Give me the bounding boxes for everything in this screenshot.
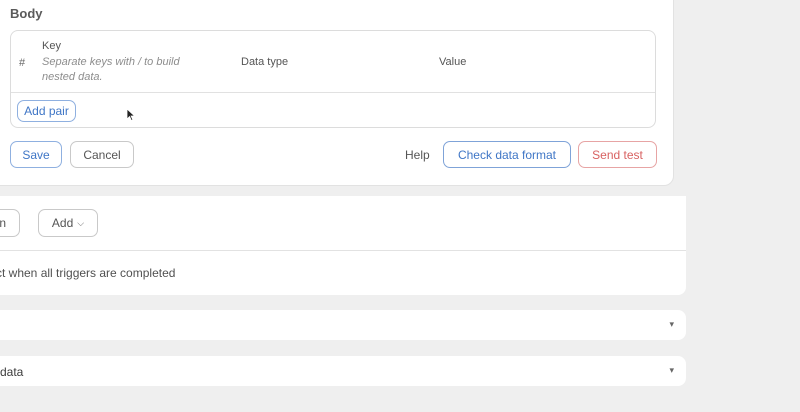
caret-down-icon[interactable]: ▾	[669, 365, 674, 376]
key-value-table: # Key Separate keys with / to build nest…	[10, 30, 656, 128]
chevron-down-icon: ⌵	[77, 217, 85, 228]
add-dropdown-label: Add	[51, 216, 74, 230]
option-button-label: ion	[0, 216, 6, 230]
help-link[interactable]: Help	[405, 148, 430, 162]
column-key-header: Key	[42, 40, 61, 52]
body-section: Body # Key Separate keys with / to build…	[0, 0, 800, 190]
column-value-header: Value	[439, 56, 467, 68]
cancel-button[interactable]: Cancel	[70, 141, 134, 168]
caret-down-icon[interactable]: ▾	[669, 319, 674, 330]
collapsed-section-row[interactable]: data ▾	[0, 356, 686, 386]
add-pair-button[interactable]: Add pair	[17, 100, 76, 122]
collapsed-section-row[interactable]: ▾	[0, 310, 686, 340]
save-button[interactable]: Save	[10, 141, 62, 168]
section-divider	[0, 250, 686, 251]
column-key-hint: Separate keys with / to build nested dat…	[42, 56, 180, 83]
key-value-table-header: # Key Separate keys with / to build nest…	[11, 31, 655, 93]
mouse-cursor-icon	[126, 108, 136, 122]
body-section-title: Body	[10, 6, 43, 21]
send-test-button[interactable]: Send test	[578, 141, 657, 168]
trigger-condition-text: ct when all triggers are completed	[0, 266, 176, 280]
add-dropdown-button[interactable]: Add ⌵	[38, 209, 98, 237]
conditions-card: ion Add ⌵ ct when all triggers are compl…	[0, 196, 686, 295]
check-data-format-button[interactable]: Check data format	[443, 141, 571, 168]
column-index-header: #	[19, 57, 26, 69]
collapsed-section-label: data	[0, 365, 24, 379]
column-data-type-header: Data type	[241, 56, 289, 68]
option-button[interactable]: ion	[0, 209, 20, 237]
